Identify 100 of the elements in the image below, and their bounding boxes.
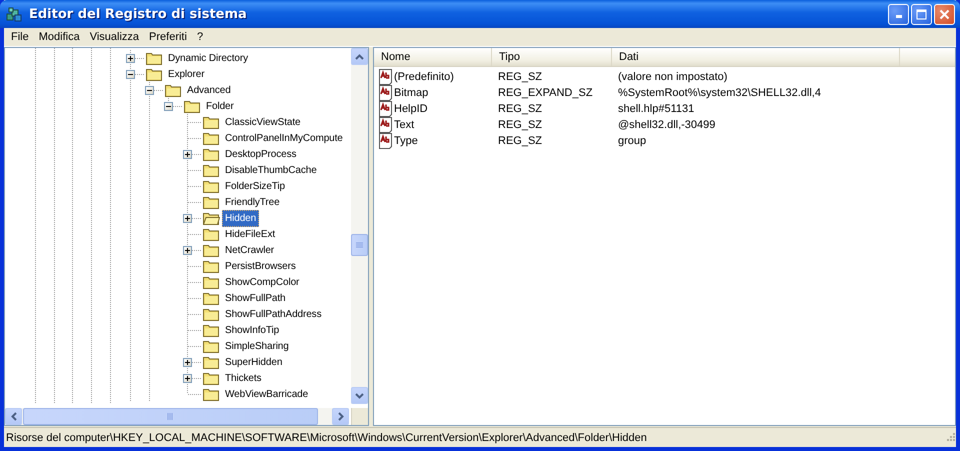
column-header[interactable]: Dati bbox=[612, 48, 900, 66]
value-type: REG_SZ bbox=[497, 134, 544, 148]
plus-icon bbox=[184, 247, 191, 254]
tree-item[interactable]: ShowCompColor bbox=[222, 274, 302, 291]
folder-icon bbox=[203, 179, 220, 194]
tree-item[interactable]: Folder bbox=[203, 98, 237, 115]
folder-icon bbox=[165, 83, 182, 98]
folder-icon bbox=[203, 275, 220, 290]
tree-item[interactable]: ShowFullPath bbox=[222, 290, 288, 307]
menu-item[interactable]: Visualizza bbox=[84, 31, 144, 44]
plus-icon bbox=[184, 375, 191, 382]
registry-app-icon bbox=[6, 6, 23, 23]
tree-item[interactable]: DisableThumbCache bbox=[222, 162, 320, 179]
folder-icon bbox=[184, 99, 201, 114]
tree-item[interactable]: NetCrawler bbox=[222, 242, 278, 259]
value-type: REG_SZ bbox=[497, 118, 544, 132]
column-header[interactable]: Tipo bbox=[492, 48, 612, 66]
menu-item[interactable]: File bbox=[6, 31, 34, 44]
scroll-left-button[interactable] bbox=[5, 408, 22, 426]
minimize-button[interactable] bbox=[888, 4, 909, 25]
collapse-toggle[interactable] bbox=[126, 70, 135, 80]
folder-icon bbox=[146, 51, 163, 66]
maximize-button[interactable] bbox=[911, 4, 932, 25]
close-button[interactable] bbox=[934, 4, 955, 25]
tree-item[interactable]: PersistBrowsers bbox=[222, 258, 299, 275]
tree-item[interactable]: HideFileExt bbox=[222, 226, 278, 243]
folder-icon bbox=[146, 67, 163, 82]
value-type: REG_SZ bbox=[497, 102, 544, 116]
folder-icon bbox=[203, 195, 220, 210]
value-data: %SystemRoot%\system32\SHELL32.dll,4 bbox=[617, 86, 821, 100]
folder-icon bbox=[203, 355, 220, 370]
folder-icon bbox=[203, 307, 220, 322]
folder-icon bbox=[203, 339, 220, 354]
scroll-up-button[interactable] bbox=[351, 48, 368, 66]
tree-item[interactable]: ControlPanelInMyCompute bbox=[222, 130, 346, 147]
value-type: REG_SZ bbox=[497, 70, 544, 84]
plus-icon bbox=[127, 55, 134, 62]
folder-icon bbox=[203, 131, 220, 146]
value-data: group bbox=[617, 134, 646, 148]
expand-toggle[interactable] bbox=[126, 54, 135, 64]
tree-item[interactable]: Hidden bbox=[222, 210, 260, 227]
folder-icon bbox=[203, 243, 220, 258]
value-data: shell.hlp#51131 bbox=[617, 102, 694, 116]
folder-icon bbox=[203, 227, 220, 242]
tree-item[interactable]: SuperHidden bbox=[222, 354, 286, 371]
tree-item[interactable]: Explorer bbox=[165, 66, 208, 83]
tree-item[interactable]: ClassicViewState bbox=[222, 114, 304, 131]
status-text: Risorse del computer\HKEY_LOCAL_MACHINE\SOFTWARE\Microsoft\Windows\CurrentVersion\Explorer\Advanced\Folder\Hidden bbox=[6, 432, 648, 444]
folder-icon bbox=[203, 259, 220, 274]
tree-item[interactable]: WebViewBarricade bbox=[222, 386, 312, 403]
grip-icon bbox=[356, 242, 363, 249]
string-value-icon bbox=[378, 133, 394, 150]
value-data: (valore non impostato) bbox=[617, 70, 728, 84]
tree-item[interactable]: ShowInfoTip bbox=[222, 322, 282, 339]
scroll-right-button[interactable] bbox=[332, 408, 349, 426]
window-title: Editor del Registro di sistema bbox=[29, 6, 248, 22]
collapse-toggle[interactable] bbox=[145, 86, 154, 96]
plus-icon bbox=[184, 359, 191, 366]
value-name[interactable]: (Predefinito) bbox=[394, 70, 454, 84]
folder-icon bbox=[203, 387, 220, 402]
plus-icon bbox=[184, 151, 191, 158]
tree-item[interactable]: DesktopProcess bbox=[222, 146, 300, 163]
tree-item[interactable]: FriendlyTree bbox=[222, 194, 283, 211]
value-data: @shell32.dll,-30499 bbox=[617, 118, 716, 132]
column-header[interactable]: Nome bbox=[374, 48, 492, 66]
collapse-toggle[interactable] bbox=[164, 102, 173, 112]
maximize-icon bbox=[916, 8, 927, 20]
string-value-icon bbox=[378, 101, 394, 118]
scroll-down-button[interactable] bbox=[351, 387, 368, 404]
folder-icon bbox=[203, 163, 220, 178]
tree-item[interactable]: Dynamic Directory bbox=[165, 50, 251, 67]
expand-toggle[interactable] bbox=[183, 150, 192, 160]
scrollbar-corner bbox=[351, 408, 368, 426]
grip-icon bbox=[167, 413, 174, 420]
expand-toggle[interactable] bbox=[183, 246, 192, 256]
scroll-thumb[interactable] bbox=[351, 234, 368, 256]
tree-item[interactable]: SimpleSharing bbox=[222, 338, 292, 355]
menu-item[interactable]: ? bbox=[192, 31, 208, 44]
folder-icon bbox=[203, 323, 220, 338]
tree-item[interactable]: Thickets bbox=[222, 370, 264, 387]
folder-icon bbox=[203, 147, 220, 162]
tree-item[interactable]: ShowFullPathAddress bbox=[222, 306, 324, 323]
folder-icon bbox=[203, 211, 220, 226]
value-name[interactable]: HelpID bbox=[394, 102, 428, 116]
expand-toggle[interactable] bbox=[183, 358, 192, 368]
expand-toggle[interactable] bbox=[183, 214, 192, 224]
menu-item[interactable]: Preferiti bbox=[144, 31, 192, 44]
menu-item[interactable]: Modifica bbox=[34, 31, 85, 44]
resize-grip-icon bbox=[944, 432, 956, 444]
value-name[interactable]: Bitmap bbox=[394, 86, 428, 100]
vertical-scrollbar[interactable] bbox=[351, 48, 368, 404]
value-name[interactable]: Type bbox=[394, 134, 418, 148]
value-type: REG_EXPAND_SZ bbox=[497, 86, 594, 100]
close-icon bbox=[939, 8, 950, 20]
tree-item[interactable]: FolderSizeTip bbox=[222, 178, 288, 195]
value-name[interactable]: Text bbox=[394, 118, 414, 132]
tree-item[interactable]: Advanced bbox=[184, 82, 234, 99]
string-value-icon bbox=[378, 85, 394, 102]
folder-icon bbox=[203, 291, 220, 306]
expand-toggle[interactable] bbox=[183, 374, 192, 384]
